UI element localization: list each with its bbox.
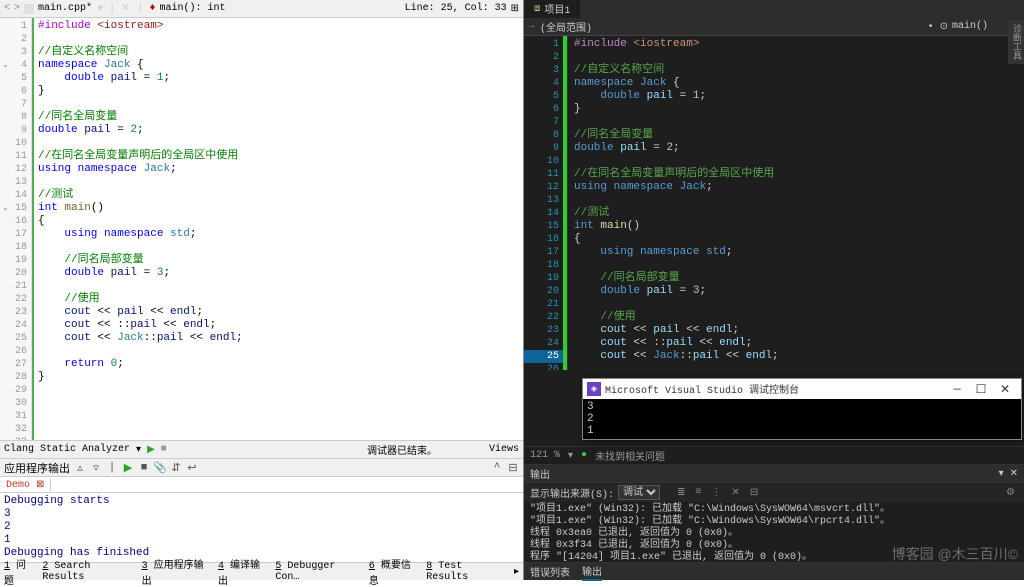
- cpp-file-icon: ⧈: [534, 3, 540, 15]
- vs-tab-bar: ⧈ 项目1: [524, 0, 1024, 18]
- nav-back-icon[interactable]: <: [4, 3, 10, 14]
- bottom-tab-bar: 1 问题2 Search Results3 应用程序输出4 编译输出5 Debu…: [0, 562, 523, 580]
- output-label: 应用程序输出: [4, 460, 70, 476]
- function-crumb[interactable]: main(): int: [159, 3, 225, 14]
- out-ico1[interactable]: ≣: [674, 487, 688, 499]
- analyzer-label[interactable]: Clang Static Analyzer: [4, 444, 130, 455]
- filename-label[interactable]: main.cpp*: [38, 3, 92, 14]
- out-ico5[interactable]: ⊟: [747, 487, 761, 499]
- filter-icon[interactable]: ▵: [74, 462, 86, 474]
- win-max-icon[interactable]: ☐: [969, 382, 993, 397]
- win-close-icon[interactable]: ✕: [993, 382, 1017, 397]
- vs-code-area[interactable]: #include <iostream> //自定义名称空间 namespace …: [568, 36, 1024, 370]
- panel-menu-icon[interactable]: ▾ ✕: [999, 468, 1018, 480]
- min-icon[interactable]: ^: [491, 462, 503, 474]
- close-tab-icon[interactable]: ⊠: [36, 480, 44, 491]
- tab-errorlist[interactable]: 错误列表: [530, 564, 570, 580]
- vs-status-bar: 121 % ▾ ● 未找到相关问题: [524, 446, 1024, 464]
- editor-toolbar: < > main.cpp* ▾ | ✕ | ♦ main(): int Line…: [0, 0, 523, 18]
- line-gutter: 1234⌄56789101112131415⌄16171819202122232…: [0, 18, 32, 440]
- stop-icon[interactable]: ■: [161, 444, 167, 455]
- bottom-tab[interactable]: 4 编译输出: [214, 556, 271, 587]
- out-clear-icon[interactable]: ✕: [728, 487, 742, 499]
- win-min-icon[interactable]: —: [945, 382, 969, 396]
- analyzer-status: 调试器已结束。: [367, 442, 437, 458]
- bottom-tab[interactable]: 3 应用程序输出: [138, 556, 214, 587]
- output-toolbar: 应用程序输出 ▵ ▿ | ▶ ■ 📎 ⇵ ↩ ^ ⊟: [0, 458, 523, 476]
- out-ico2[interactable]: ≡: [692, 487, 704, 498]
- vs-output-body: "项目1.exe" (Win32): 已加载 "C:\Windows\SysWO…: [524, 502, 1024, 562]
- vs-file-tab[interactable]: ⧈ 项目1: [524, 0, 580, 19]
- output-source-select[interactable]: 调试: [618, 485, 660, 500]
- tab-output[interactable]: 输出: [582, 563, 602, 581]
- vs-bottom-tabs: 错误列表 输出: [524, 562, 1024, 580]
- zoom-level[interactable]: 121 %: [530, 450, 560, 461]
- diagnostics-side-tab[interactable]: 诊断工具: [1008, 20, 1024, 64]
- issues-label: 未找到相关问题: [595, 448, 665, 464]
- vs-app-icon: ◈: [587, 382, 601, 396]
- bottom-tab[interactable]: 8 Test Results: [422, 561, 510, 583]
- run-small-icon[interactable]: ▶: [122, 462, 134, 474]
- vs-code-editor[interactable]: 1234567891011121314151617181920212223242…: [524, 36, 1024, 370]
- console-titlebar[interactable]: ◈ Microsoft Visual Studio 调试控制台 — ☐ ✕: [583, 379, 1021, 399]
- close-icon[interactable]: ⊟: [507, 462, 519, 474]
- demo-tab-bar: Demo ⊠: [0, 476, 523, 492]
- ok-icon: ●: [581, 450, 587, 461]
- bottom-tab[interactable]: 1 问题: [0, 556, 38, 587]
- nav-fwd-icon[interactable]: >: [14, 3, 20, 14]
- vs-line-gutter: 1234567891011121314151617181920212223242…: [524, 36, 568, 370]
- views-label[interactable]: Views: [489, 444, 519, 455]
- bottom-tab[interactable]: 5 Debugger Con…: [271, 561, 364, 583]
- debug-console-window[interactable]: ◈ Microsoft Visual Studio 调试控制台 — ☐ ✕ 3 …: [582, 378, 1022, 440]
- scope-crumb[interactable]: (全局范围): [540, 19, 592, 35]
- bottom-tab[interactable]: 2 Search Results: [38, 561, 137, 583]
- out-ico3[interactable]: ⋮: [708, 487, 724, 499]
- qt-editor-pane: < > main.cpp* ▾ | ✕ | ♦ main(): int Line…: [0, 0, 524, 580]
- output-panel-toolbar: 显示输出来源(S): 调试 ≣ ≡ ⋮ ✕ ⊟ ⚙: [524, 482, 1024, 502]
- code-editor[interactable]: 1234⌄56789101112131415⌄16171819202122232…: [0, 18, 523, 440]
- debug-output: Debugging starts 3 2 1 Debugging has fin…: [0, 492, 523, 562]
- filter2-icon[interactable]: ▿: [90, 462, 102, 474]
- attach-icon[interactable]: 📎: [154, 462, 166, 474]
- code-area[interactable]: #include <iostream> //自定义名称空间 namespace …: [32, 18, 523, 440]
- console-body: 3 2 1: [583, 399, 1021, 439]
- bottom-tab[interactable]: 6 概要信息: [365, 556, 422, 587]
- out-settings-icon[interactable]: ⚙: [1003, 487, 1018, 499]
- vs-editor-pane: ⧈ 项目1 → (全局范围) • ⊙ main() 诊断工具 123456789…: [524, 0, 1024, 580]
- file-icon: [24, 4, 34, 14]
- demo-tab[interactable]: Demo ⊠: [0, 479, 51, 491]
- run-icon[interactable]: ▶: [147, 444, 155, 456]
- stop-small-icon[interactable]: ■: [138, 462, 150, 474]
- output-panel-head: 输出 ▾ ✕: [524, 464, 1024, 482]
- split-icon[interactable]: ⊞: [511, 3, 519, 15]
- cursor-pos: Line: 25, Col: 33: [405, 3, 507, 14]
- analyzer-bar: Clang Static Analyzer ▾ ▶ ■ 调试器已结束。 View…: [0, 440, 523, 458]
- scroll-icon[interactable]: ⇵: [170, 462, 182, 474]
- vs-breadcrumb: → (全局范围) • ⊙ main(): [524, 18, 1024, 36]
- wrap-icon[interactable]: ↩: [186, 462, 198, 474]
- fn-crumb[interactable]: • ⊙ main(): [928, 21, 988, 33]
